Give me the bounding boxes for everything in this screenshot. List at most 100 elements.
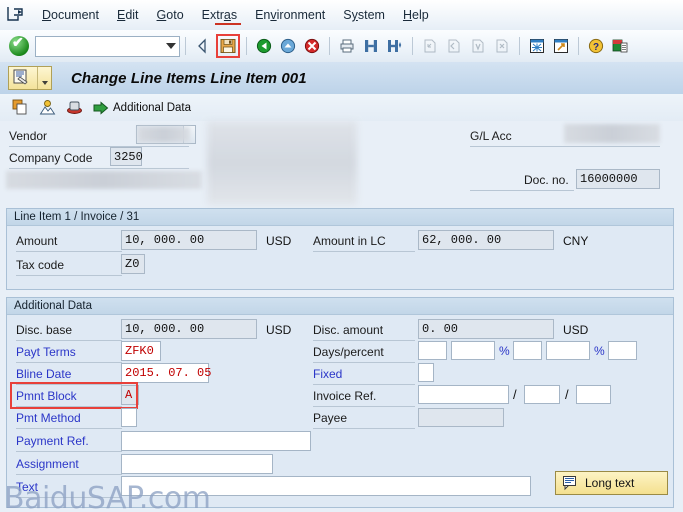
- invoice-ref-field-3[interactable]: [576, 385, 611, 404]
- vendor-redaction: [138, 127, 190, 142]
- toolbar-divider: [185, 37, 186, 55]
- screen-canvas: Vendor Company Code 3250 G/L Acc Doc. no…: [0, 121, 683, 512]
- payt-terms-field[interactable]: ZFK0: [121, 341, 161, 361]
- tax-code-label: Tax code: [16, 258, 65, 272]
- menu-system[interactable]: System: [334, 6, 394, 24]
- first-page-icon[interactable]: [419, 35, 441, 57]
- invoice-ref-label-underline: [313, 406, 415, 407]
- document-change-icon[interactable]: [8, 66, 52, 90]
- additional-data-icon: [93, 100, 109, 115]
- bline-date-label[interactable]: Bline Date: [16, 367, 71, 381]
- invoice-ref-field-1[interactable]: [418, 385, 509, 404]
- amount-lc-currency: CNY: [563, 234, 589, 248]
- disc-amount-currency: USD: [563, 323, 589, 337]
- doc-no-field[interactable]: 16000000: [576, 169, 660, 189]
- back-icon[interactable]: [192, 35, 214, 57]
- percent-field-2[interactable]: [546, 341, 590, 360]
- payment-ref-label[interactable]: Payment Ref.: [16, 434, 89, 448]
- additional-data-button[interactable]: Additional Data: [91, 97, 193, 119]
- menu-goto[interactable]: Goto: [148, 6, 193, 24]
- additional-data-group: Additional Data Disc. base 10, 000. 00 U…: [6, 297, 674, 508]
- long-text-label: Long text: [585, 476, 635, 490]
- command-field[interactable]: [35, 35, 180, 57]
- fixed-checkbox-field[interactable]: [418, 363, 434, 382]
- cancel-icon[interactable]: [277, 35, 299, 57]
- additional-data-label: Additional Data: [113, 101, 191, 114]
- create-shortcut-icon[interactable]: [550, 35, 572, 57]
- text-field[interactable]: [121, 476, 531, 496]
- days-percent-label: Days/percent: [313, 345, 384, 359]
- address-redaction: [207, 121, 357, 205]
- long-text-icon: [563, 476, 576, 491]
- company-code-field[interactable]: 3250: [110, 147, 143, 166]
- amount-value: 10, 000. 00: [125, 233, 205, 247]
- doc-no-value: 16000000: [580, 172, 638, 186]
- save-icon[interactable]: [216, 34, 240, 58]
- toolbar-divider: [329, 37, 330, 55]
- chevron-down-icon[interactable]: [166, 43, 176, 49]
- percent-field-1[interactable]: [451, 341, 495, 360]
- assignment-field[interactable]: [121, 454, 273, 474]
- tax-code-value: Z0: [125, 257, 140, 271]
- system-menu-icon[interactable]: [5, 5, 27, 25]
- amount-currency: USD: [266, 234, 292, 248]
- menu-edit[interactable]: Edit: [108, 6, 148, 24]
- menu-extras[interactable]: Extras: [193, 6, 246, 25]
- invoice-ref-separator-2: /: [565, 387, 569, 402]
- close-icon[interactable]: [301, 35, 323, 57]
- print-icon[interactable]: [336, 35, 358, 57]
- amount-field[interactable]: 10, 000. 00: [121, 230, 257, 250]
- assignment-label[interactable]: Assignment: [16, 457, 79, 471]
- payee-field[interactable]: [418, 408, 504, 427]
- amount-lc-label-underline: [313, 251, 415, 252]
- enter-check-icon[interactable]: [9, 34, 29, 56]
- disc-amount-field[interactable]: 0. 00: [418, 319, 554, 339]
- application-toolbar: Additional Data: [0, 94, 683, 122]
- tax-code-field[interactable]: Z0: [121, 254, 145, 274]
- pmnt-block-label[interactable]: Pmnt Block: [16, 389, 77, 403]
- amount-label: Amount: [16, 234, 58, 248]
- amount-lc-field[interactable]: 62, 000. 00: [418, 230, 554, 250]
- payee-label-underline: [313, 428, 415, 429]
- help-icon[interactable]: ?: [585, 35, 607, 57]
- create-session-icon[interactable]: [526, 35, 548, 57]
- vendor-name-redaction: [6, 171, 202, 189]
- text-label-underline: [16, 497, 122, 498]
- exit-icon[interactable]: [253, 35, 275, 57]
- text-label[interactable]: Text: [16, 480, 38, 494]
- days-field-2[interactable]: [513, 341, 542, 360]
- bline-date-label-underline: [16, 384, 122, 385]
- doc-no-label-underline: [470, 190, 574, 191]
- disc-base-field[interactable]: 10, 000. 00: [121, 319, 257, 339]
- disc-amount-value: 0. 00: [422, 322, 459, 336]
- person-icon[interactable]: [37, 97, 58, 119]
- fixed-label[interactable]: Fixed: [313, 367, 342, 381]
- pmt-method-field[interactable]: [121, 408, 137, 427]
- find-next-icon[interactable]: [384, 35, 406, 57]
- title-dropdown-arrow[interactable]: [37, 67, 51, 89]
- find-icon[interactable]: [360, 35, 382, 57]
- svg-text:?: ?: [593, 42, 599, 53]
- customize-layout-icon[interactable]: [609, 35, 631, 57]
- pmt-method-label[interactable]: Pmt Method: [16, 411, 81, 425]
- long-text-button[interactable]: Long text: [555, 471, 668, 495]
- next-page-icon[interactable]: [467, 35, 489, 57]
- payt-terms-label[interactable]: Payt Terms: [16, 345, 76, 359]
- copy-icon[interactable]: [10, 97, 31, 119]
- days-field-3[interactable]: [608, 341, 637, 360]
- payment-ref-field[interactable]: [121, 431, 311, 451]
- menu-document[interactable]: Document: [33, 6, 108, 24]
- bline-date-field[interactable]: 2015. 07. 05: [121, 363, 211, 383]
- menu-environment[interactable]: Environment: [246, 6, 334, 24]
- previous-page-icon[interactable]: [443, 35, 465, 57]
- vendor-label: Vendor: [9, 129, 48, 143]
- days-field-1[interactable]: [418, 341, 447, 360]
- pmnt-block-field[interactable]: A: [121, 385, 139, 405]
- printer-icon[interactable]: [64, 97, 85, 119]
- last-page-icon[interactable]: [491, 35, 513, 57]
- percent-sign-1: %: [499, 344, 510, 358]
- invoice-ref-field-2[interactable]: [524, 385, 560, 404]
- disc-base-label-underline: [16, 340, 122, 341]
- menu-help[interactable]: Help: [394, 6, 438, 24]
- assignment-label-underline: [16, 474, 122, 475]
